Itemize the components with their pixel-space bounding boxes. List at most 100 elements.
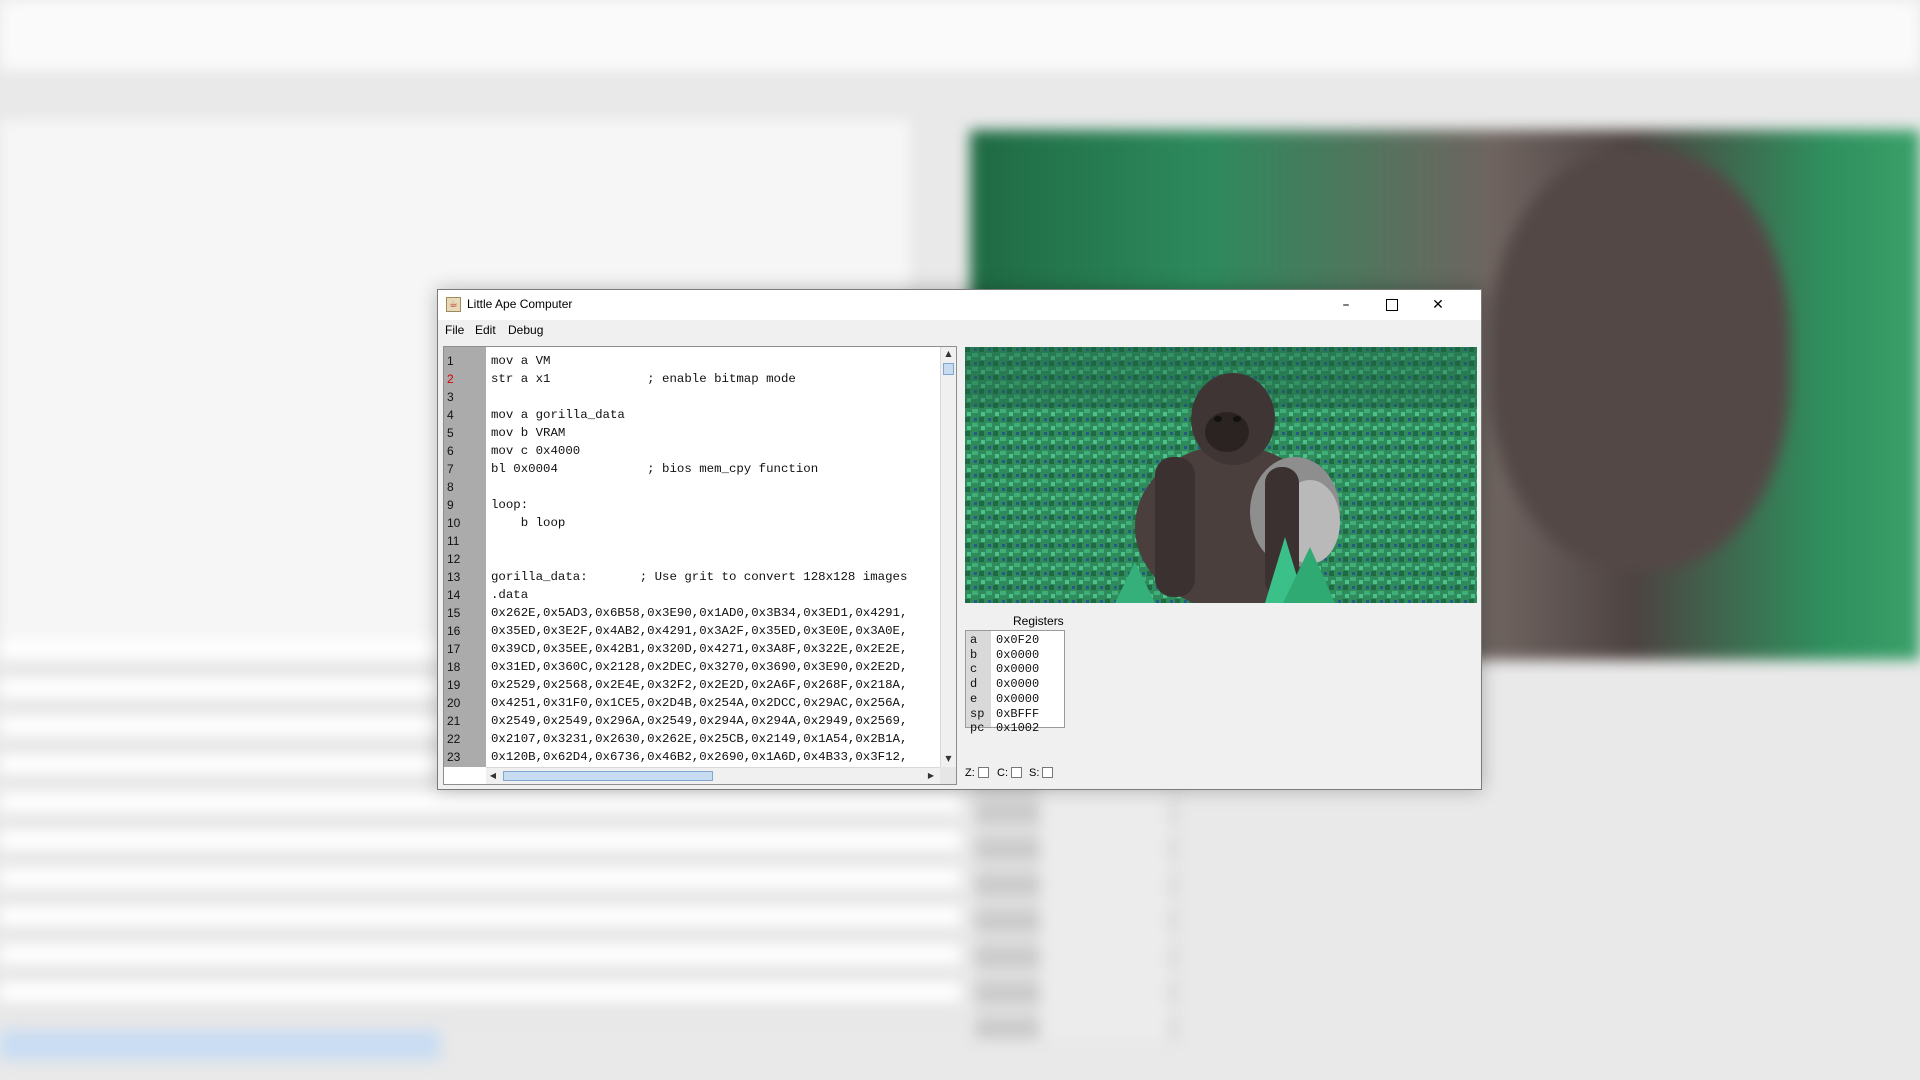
line-number: 9 — [447, 498, 454, 512]
registers-title: Registers — [1013, 614, 1064, 628]
minimize-button[interactable]: – — [1323, 290, 1369, 320]
line-number: 18 — [447, 660, 461, 674]
background-topbar — [0, 0, 1920, 70]
flag-c: C: — [997, 767, 1022, 779]
code-text[interactable]: 0x39CD,0x35EE,0x42B1,0x320D,0x4271,0x3A8… — [491, 640, 938, 658]
vertical-scrollbar[interactable]: ▲ ▼ — [940, 347, 956, 767]
code-line[interactable]: 5 mov b VRAM — [444, 424, 940, 442]
code-line[interactable]: 1 mov a VM — [444, 352, 940, 370]
flag-checkbox[interactable] — [1011, 767, 1022, 778]
code-text[interactable]: mov a VM — [491, 352, 938, 370]
code-text[interactable]: 0x120B,0x62D4,0x6736,0x46B2,0x2690,0x1A6… — [491, 748, 938, 766]
code-text[interactable]: bl 0x0004 ; bios mem_cpy function — [491, 460, 938, 478]
code-text[interactable]: 0x35ED,0x3E2F,0x4AB2,0x4291,0x3A2F,0x35E… — [491, 622, 938, 640]
code-line[interactable]: 6 mov c 0x4000 — [444, 442, 940, 460]
flag-label: Z: — [965, 767, 975, 779]
menu-file[interactable]: File — [445, 323, 464, 337]
code-line[interactable]: 13 gorilla_data: ; Use grit to convert 12… — [444, 568, 940, 586]
code-text[interactable]: loop: — [491, 496, 938, 514]
code-text[interactable]: 0x4251,0x31F0,0x1CE5,0x2D4B,0x254A,0x2DC… — [491, 694, 938, 712]
line-number: 22 — [447, 732, 461, 746]
code-line[interactable]: 10 b loop — [444, 514, 940, 532]
code-line[interactable]: 7 bl 0x0004 ; bios mem_cpy function — [444, 460, 940, 478]
code-text[interactable]: 0x31ED,0x360C,0x2128,0x2DEC,0x3270,0x369… — [491, 658, 938, 676]
horizontal-scroll-thumb[interactable] — [503, 771, 713, 781]
code-text[interactable]: gorilla_data: ; Use grit to convert 128x… — [491, 568, 938, 586]
line-number: 19 — [447, 678, 461, 692]
scroll-left-arrow-icon[interactable]: ◀ — [486, 768, 500, 784]
code-line[interactable]: 12 — [444, 550, 940, 568]
code-line[interactable]: 16 0x35ED,0x3E2F,0x4AB2,0x4291,0x3A2F,0x3… — [444, 622, 940, 640]
register-name: pc — [970, 721, 985, 736]
code-text[interactable]: str a x1 ; enable bitmap mode — [491, 370, 938, 388]
line-number: 2 — [447, 372, 454, 386]
line-number: 14 — [447, 588, 461, 602]
code-line[interactable]: 19 0x2529,0x2568,0x2E4E,0x32F2,0x2E2D,0x2… — [444, 676, 940, 694]
code-line[interactable]: 8 — [444, 478, 940, 496]
line-number: 12 — [447, 552, 461, 566]
code-text[interactable]: 0x2529,0x2568,0x2E4E,0x32F2,0x2E2D,0x2A6… — [491, 676, 938, 694]
code-line[interactable]: 20 0x4251,0x31F0,0x1CE5,0x2D4B,0x254A,0x2… — [444, 694, 940, 712]
little-ape-computer-window: ☕ Little Ape Computer – ✕ File Edit Debu… — [437, 289, 1482, 790]
code-text[interactable]: 0x2549,0x2549,0x296A,0x2549,0x294A,0x294… — [491, 712, 938, 730]
code-text[interactable]: 0x262E,0x5AD3,0x6B58,0x3E90,0x1AD0,0x3B3… — [491, 604, 938, 622]
line-number: 16 — [447, 624, 461, 638]
flag-label: C: — [997, 767, 1008, 779]
gorilla-image — [965, 347, 1477, 603]
code-line[interactable]: 14 .data — [444, 586, 940, 604]
line-number: 6 — [447, 444, 454, 458]
code-text[interactable]: .data — [491, 586, 938, 604]
code-line[interactable]: 9 loop: — [444, 496, 940, 514]
code-line[interactable]: 18 0x31ED,0x360C,0x2128,0x2DEC,0x3270,0x3… — [444, 658, 940, 676]
scroll-down-arrow-icon[interactable]: ▼ — [941, 752, 956, 766]
flag-s: S: — [1029, 767, 1054, 779]
register-value: 0x1002 — [996, 721, 1040, 736]
code-text[interactable]: b loop — [491, 514, 938, 532]
scroll-up-arrow-icon[interactable]: ▲ — [941, 347, 956, 361]
line-number: 8 — [447, 480, 454, 494]
code-text[interactable]: mov a gorilla_data — [491, 406, 938, 424]
menu-bar: File Edit Debug — [438, 320, 1481, 340]
code-line[interactable]: 17 0x39CD,0x35EE,0x42B1,0x320D,0x4271,0x3… — [444, 640, 940, 658]
code-line[interactable]: 2 str a x1 ; enable bitmap mode — [444, 370, 940, 388]
code-text[interactable]: mov b VRAM — [491, 424, 938, 442]
code-text[interactable]: mov c 0x4000 — [491, 442, 938, 460]
bitmap-display — [965, 347, 1477, 603]
line-number: 1 — [447, 354, 454, 368]
maximize-button[interactable] — [1369, 290, 1415, 320]
code-line[interactable]: 4 mov a gorilla_data — [444, 406, 940, 424]
maximize-icon — [1386, 299, 1398, 311]
title-bar[interactable]: ☕ Little Ape Computer – ✕ — [438, 290, 1481, 320]
java-app-icon: ☕ — [446, 297, 461, 312]
code-line[interactable]: 11 — [444, 532, 940, 550]
line-number: 10 — [447, 516, 461, 530]
line-number: 23 — [447, 750, 461, 764]
code-line[interactable]: 15 0x262E,0x5AD3,0x6B58,0x3E90,0x1AD0,0x3… — [444, 604, 940, 622]
code-line[interactable]: 21 0x2549,0x2549,0x296A,0x2549,0x294A,0x2… — [444, 712, 940, 730]
close-button[interactable]: ✕ — [1415, 290, 1461, 320]
scrollbar-corner — [940, 767, 956, 784]
menu-edit[interactable]: Edit — [475, 323, 496, 337]
line-number: 17 — [447, 642, 461, 656]
code-editor[interactable]: 1 mov a VM 2 str a x1 ; enable bitmap mode 3… — [443, 346, 957, 785]
code-text[interactable]: 0x2107,0x3231,0x2630,0x262E,0x25CB,0x214… — [491, 730, 938, 748]
flag-checkbox[interactable] — [977, 767, 989, 778]
vertical-scroll-thumb[interactable] — [943, 363, 954, 375]
window-title: Little Ape Computer — [467, 297, 573, 311]
status-flags: Z: C: S: — [965, 767, 1085, 783]
code-line[interactable]: 23 0x120B,0x62D4,0x6736,0x46B2,0x2690,0x1… — [444, 748, 940, 766]
register-row: pc 0x1002 — [966, 719, 1064, 737]
line-number: 20 — [447, 696, 461, 710]
line-number: 21 — [447, 714, 461, 728]
menu-debug[interactable]: Debug — [508, 323, 543, 337]
background-column — [1040, 780, 1170, 1040]
code-line[interactable]: 22 0x2107,0x3231,0x2630,0x262E,0x25CB,0x2… — [444, 730, 940, 748]
flag-checkbox[interactable] — [1042, 767, 1054, 778]
scroll-right-arrow-icon[interactable]: ▶ — [924, 768, 938, 784]
code-line[interactable]: 3 — [444, 388, 940, 406]
registers-table: a 0x0F20 b 0x0000 c 0x0000 d 0x0000 e 0x0000 sp 0xB… — [965, 630, 1065, 735]
flag-z: Z: — [965, 767, 989, 779]
horizontal-scrollbar[interactable]: ◀ ▶ — [486, 767, 940, 784]
line-number: 7 — [447, 462, 454, 476]
code-lines[interactable]: 1 mov a VM 2 str a x1 ; enable bitmap mode 3… — [444, 352, 940, 766]
